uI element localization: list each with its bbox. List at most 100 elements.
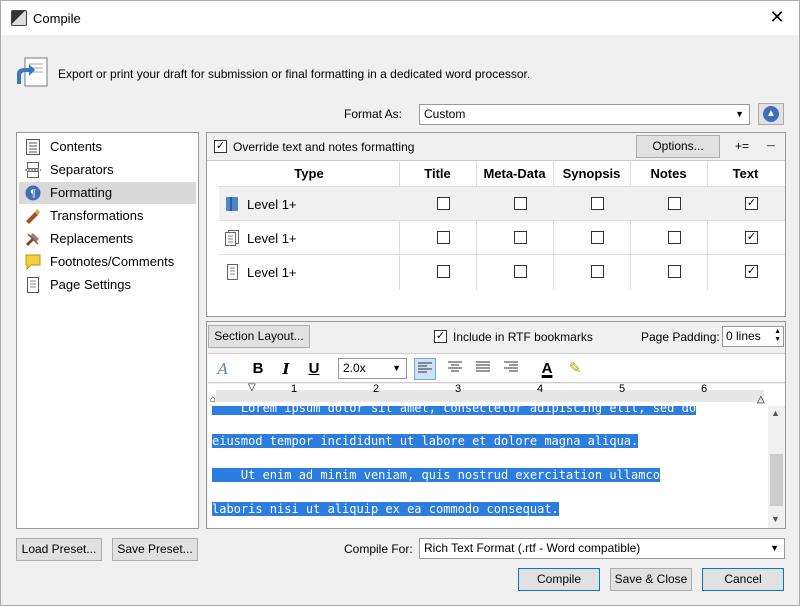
- text-checkbox[interactable]: ✓: [745, 197, 758, 210]
- text-line: eiusmod tempor incididunt ut labore et d…: [212, 434, 639, 448]
- notes-checkbox[interactable]: [668, 265, 681, 278]
- synopsis-checkbox[interactable]: [591, 265, 604, 278]
- table-row[interactable]: Level 1+ ✓: [219, 254, 785, 288]
- zoom-value: 2.0x: [343, 361, 366, 375]
- separators-icon: [25, 162, 41, 178]
- text-line: laboris nisi ut aliquip ex ea commodo co…: [212, 502, 559, 516]
- first-line-indent-marker[interactable]: ▽: [248, 382, 256, 393]
- sidebar-item-page-settings[interactable]: Page Settings: [19, 274, 196, 296]
- styles-icon[interactable]: A: [212, 358, 234, 380]
- scroll-down-icon[interactable]: ▼: [771, 514, 780, 524]
- text-line: Ut enim ad minim veniam, quis nostrud ex…: [212, 468, 660, 482]
- sidebar-item-label: Transformations: [50, 208, 144, 223]
- scroll-thumb[interactable]: [770, 454, 783, 506]
- synopsis-checkbox[interactable]: [591, 231, 604, 244]
- text-color-button[interactable]: A: [536, 358, 558, 380]
- header-description: Export or print your draft for submissio…: [58, 67, 531, 81]
- title-checkbox[interactable]: [437, 265, 450, 278]
- ruler-number: 1: [291, 383, 298, 395]
- underline-button[interactable]: U: [303, 358, 325, 380]
- meta-data-checkbox[interactable]: [514, 231, 527, 244]
- compile-for-value: Rich Text Format (.rtf - Word compatible…: [424, 541, 641, 555]
- sidebar-item-footnotes-comments[interactable]: Footnotes/Comments: [19, 251, 196, 273]
- sidebar-item-contents[interactable]: Contents: [19, 136, 196, 158]
- page-padding-label: Page Padding:: [641, 330, 720, 344]
- meta-data-checkbox[interactable]: [514, 265, 527, 278]
- scrivener-app-icon: [11, 10, 27, 26]
- align-justify-button[interactable]: [472, 358, 494, 380]
- page-padding-value: 0 lines: [726, 329, 761, 343]
- highlight-icon[interactable]: ✎: [564, 358, 586, 380]
- meta-data-checkbox[interactable]: [514, 197, 527, 210]
- cancel-button[interactable]: Cancel: [702, 568, 784, 591]
- sidebar-item-transformations[interactable]: Transformations: [19, 205, 196, 227]
- text-checkbox[interactable]: ✓: [745, 231, 758, 244]
- sidebar-item-label: Page Settings: [50, 277, 131, 292]
- ruler-number: 5: [619, 383, 626, 395]
- compile-button[interactable]: Compile: [518, 568, 600, 591]
- right-indent-marker[interactable]: △: [757, 394, 765, 405]
- row-type-label: Level 1+: [247, 197, 297, 212]
- remove-format-button[interactable]: −: [761, 136, 781, 158]
- table-row[interactable]: Level 1+ ✓: [219, 220, 785, 254]
- left-indent-marker[interactable]: ⌂: [210, 394, 216, 405]
- title-checkbox[interactable]: [437, 197, 450, 210]
- align-right-icon: [504, 361, 518, 372]
- italic-button[interactable]: I: [275, 358, 297, 380]
- ruler-strip: [216, 390, 764, 402]
- format-up-button[interactable]: ▲: [758, 103, 784, 125]
- section-layout-button[interactable]: Section Layout...: [208, 325, 310, 348]
- save-preset-button[interactable]: Save Preset...: [112, 538, 198, 561]
- text-checkbox[interactable]: ✓: [745, 265, 758, 278]
- notes-checkbox[interactable]: [668, 197, 681, 210]
- compile-sidebar: Contents Separators ¶ Formatting Transfo…: [16, 132, 199, 529]
- footnotes-icon: [25, 254, 41, 270]
- rtf-bookmarks-checkbox[interactable]: ✓: [434, 330, 447, 343]
- sidebar-item-label: Formatting: [50, 185, 113, 200]
- editor-scrollbar[interactable]: ▲ ▼: [768, 406, 785, 528]
- sidebar-item-formatting[interactable]: ¶ Formatting: [19, 182, 196, 204]
- zoom-select[interactable]: 2.0x ▼: [338, 358, 407, 379]
- contents-icon: [26, 139, 40, 155]
- page-padding-stepper[interactable]: 0 lines ▲ ▼: [722, 326, 784, 347]
- rtf-bookmarks-label: Include in RTF bookmarks: [453, 330, 593, 344]
- load-preset-button[interactable]: Load Preset...: [16, 538, 102, 561]
- column-header-meta-data: Meta-Data: [483, 166, 546, 181]
- synopsis-checkbox[interactable]: [591, 197, 604, 210]
- ruler-number: 6: [701, 383, 708, 395]
- format-toolbar: A B I U 2.0x ▼ A ✎: [208, 353, 785, 383]
- ruler-number: 3: [455, 383, 462, 395]
- row-type-label: Level 1+: [247, 231, 297, 246]
- sidebar-item-separators[interactable]: Separators: [19, 159, 196, 181]
- document-group-icon: [225, 230, 239, 246]
- bold-button[interactable]: B: [247, 358, 269, 380]
- ruler-number: 4: [537, 383, 544, 395]
- transformations-icon: [26, 209, 40, 224]
- spin-arrows-icon[interactable]: ▲ ▼: [774, 328, 781, 344]
- compile-for-select[interactable]: Rich Text Format (.rtf - Word compatible…: [419, 538, 785, 559]
- title-checkbox[interactable]: [437, 231, 450, 244]
- scroll-up-icon[interactable]: ▲: [771, 408, 780, 418]
- add-format-button[interactable]: +=: [729, 136, 755, 158]
- replacements-icon: [25, 233, 39, 247]
- sidebar-item-label: Contents: [50, 139, 103, 154]
- notes-checkbox[interactable]: [668, 231, 681, 244]
- options-button[interactable]: Options...: [636, 135, 720, 158]
- column-header-synopsis: Synopsis: [562, 166, 621, 181]
- format-as-select[interactable]: Custom ▼: [419, 104, 750, 125]
- override-checkbox[interactable]: ✓: [214, 140, 227, 153]
- ruler[interactable]: ⌂ ▽ △ 1 2 3 4 5 6: [208, 382, 785, 406]
- align-justify-icon: [476, 361, 490, 372]
- ruler-number: 2: [373, 383, 380, 395]
- align-right-button[interactable]: [500, 358, 522, 380]
- sidebar-item-label: Separators: [50, 162, 114, 177]
- align-center-button[interactable]: [444, 358, 466, 380]
- close-button[interactable]: ✕: [767, 7, 787, 27]
- sidebar-item-replacements[interactable]: Replacements: [19, 228, 196, 250]
- table-row[interactable]: Level 1+ ✓: [219, 186, 785, 220]
- sample-text-editor[interactable]: Lorem ipsum dolor sit amet, consectetur …: [208, 406, 768, 528]
- align-left-button[interactable]: [414, 358, 436, 380]
- compile-window: Compile ✕ Export or print your draft for…: [0, 0, 800, 606]
- save-close-button[interactable]: Save & Close: [610, 568, 692, 591]
- column-header-type: Type: [294, 166, 324, 181]
